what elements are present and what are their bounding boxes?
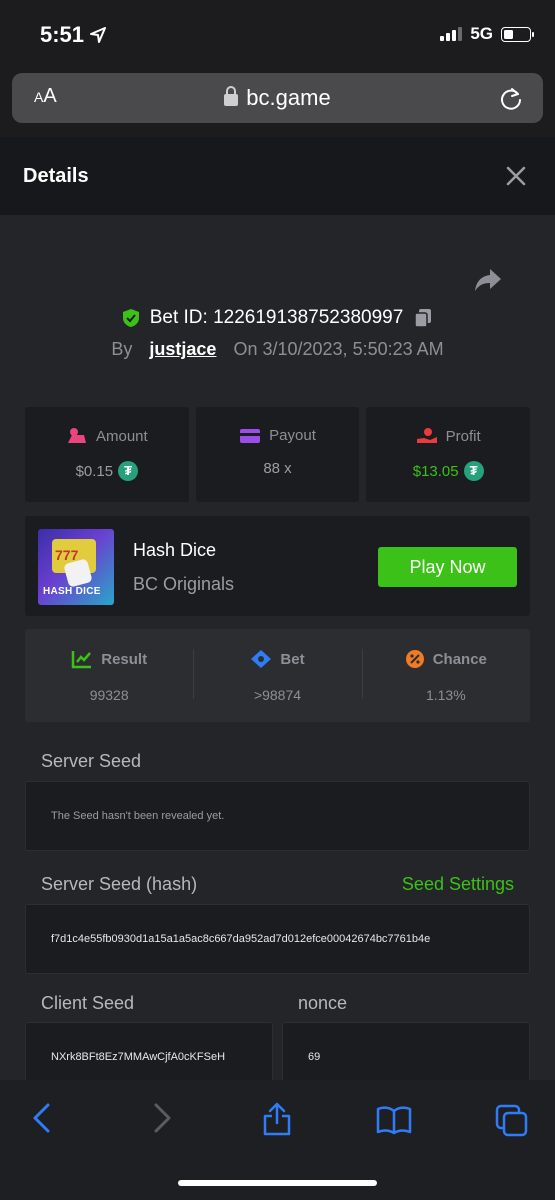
battery-icon [501, 26, 534, 42]
server-seed-field: The Seed hasn't been revealed yet. [25, 781, 530, 851]
chance-column: Chance 1.13% [361, 629, 530, 722]
percent-icon [405, 650, 424, 668]
bet-id-text: Bet ID: 122619138752380997 [149, 307, 404, 328]
share-icon[interactable] [474, 267, 502, 293]
bet-chip-icon [251, 650, 272, 668]
payout-value: 88 x [263, 460, 292, 477]
result-value: 99328 [89, 687, 129, 703]
bet-value: >98874 [253, 687, 302, 703]
amount-card: Amount $0.15 ₮ [25, 407, 189, 502]
share-sheet-icon[interactable] [262, 1102, 292, 1136]
panel-title: Details [23, 165, 89, 187]
usdt-icon: ₮ [118, 461, 139, 481]
nonce-label: nonce [298, 993, 348, 1013]
bookmarks-icon[interactable] [376, 1105, 412, 1135]
bet-column: Bet >98874 [193, 629, 361, 722]
clock: 5:51 [40, 22, 85, 47]
reload-icon[interactable] [499, 85, 523, 111]
bet-datetime: 3/10/2023, 5:50:23 AM [262, 339, 444, 359]
server-seed-hash-field[interactable]: f7d1c4e55fb0930d1a15a1a5ac8c667da952ad7d… [25, 904, 530, 974]
address-bar[interactable]: AA bc.game [12, 73, 543, 123]
game-card: HASH DICE Hash Dice BC Originals Play No… [25, 516, 530, 616]
bet-stats: Amount $0.15 ₮ Payout 88 x Profit $13.05 ₮ [25, 407, 531, 502]
forward-icon[interactable] [150, 1102, 174, 1134]
amount-icon [67, 428, 86, 443]
profit-value: $13.05 [412, 462, 459, 480]
username-link[interactable]: justjace [149, 339, 216, 359]
server-seed-hash-label: Server Seed (hash) [41, 874, 198, 894]
nonce-field[interactable]: 69 [282, 1022, 530, 1080]
game-thumbnail[interactable]: HASH DICE [38, 529, 114, 605]
details-content: Bet ID: 122619138752380997 By justjace O… [0, 215, 555, 1080]
result-column: Result 99328 [25, 629, 193, 722]
close-icon[interactable] [505, 165, 527, 187]
status-bar: 5:51 5G [0, 0, 555, 70]
result-chart-icon [71, 651, 92, 669]
bet-id: Bet ID: 122619138752380997 [0, 307, 555, 329]
play-now-button[interactable]: Play Now [378, 547, 517, 587]
profit-hand-icon [416, 428, 437, 443]
tabs-icon[interactable] [495, 1104, 529, 1138]
server-seed-label: Server Seed [41, 751, 142, 771]
client-seed-field[interactable]: NXrk8BFt8Ez7MMAwCjfA0cKFSeH [25, 1022, 273, 1080]
game-name: Hash Dice [133, 540, 217, 560]
usdt-icon: ₮ [463, 461, 484, 481]
network-type: 5G [470, 24, 493, 43]
wallet-icon [240, 428, 261, 443]
chance-value: 1.13% [425, 687, 466, 703]
copy-icon[interactable] [413, 308, 433, 328]
back-icon[interactable] [30, 1102, 54, 1134]
profit-card: Profit $13.05 ₮ [366, 407, 531, 502]
seed-settings-link[interactable]: Seed Settings [402, 874, 514, 895]
verified-shield-icon [122, 309, 139, 327]
lock-icon [224, 86, 239, 106]
payout-card: Payout 88 x [195, 407, 360, 502]
location-arrow-icon [90, 27, 107, 43]
url-domain: bc.game [246, 85, 331, 110]
signal-icon [440, 27, 463, 41]
bet-byline: By justjace On 3/10/2023, 5:50:23 AM [111, 339, 444, 359]
amount-value: $0.15 [75, 462, 114, 480]
client-seed-label: Client Seed [41, 993, 135, 1013]
details-header: Details [0, 137, 555, 215]
bet-outcome: Result 99328 Bet >98874 Chance 1.13% [25, 629, 530, 722]
home-indicator [178, 1180, 377, 1186]
game-provider: BC Originals [133, 574, 235, 594]
